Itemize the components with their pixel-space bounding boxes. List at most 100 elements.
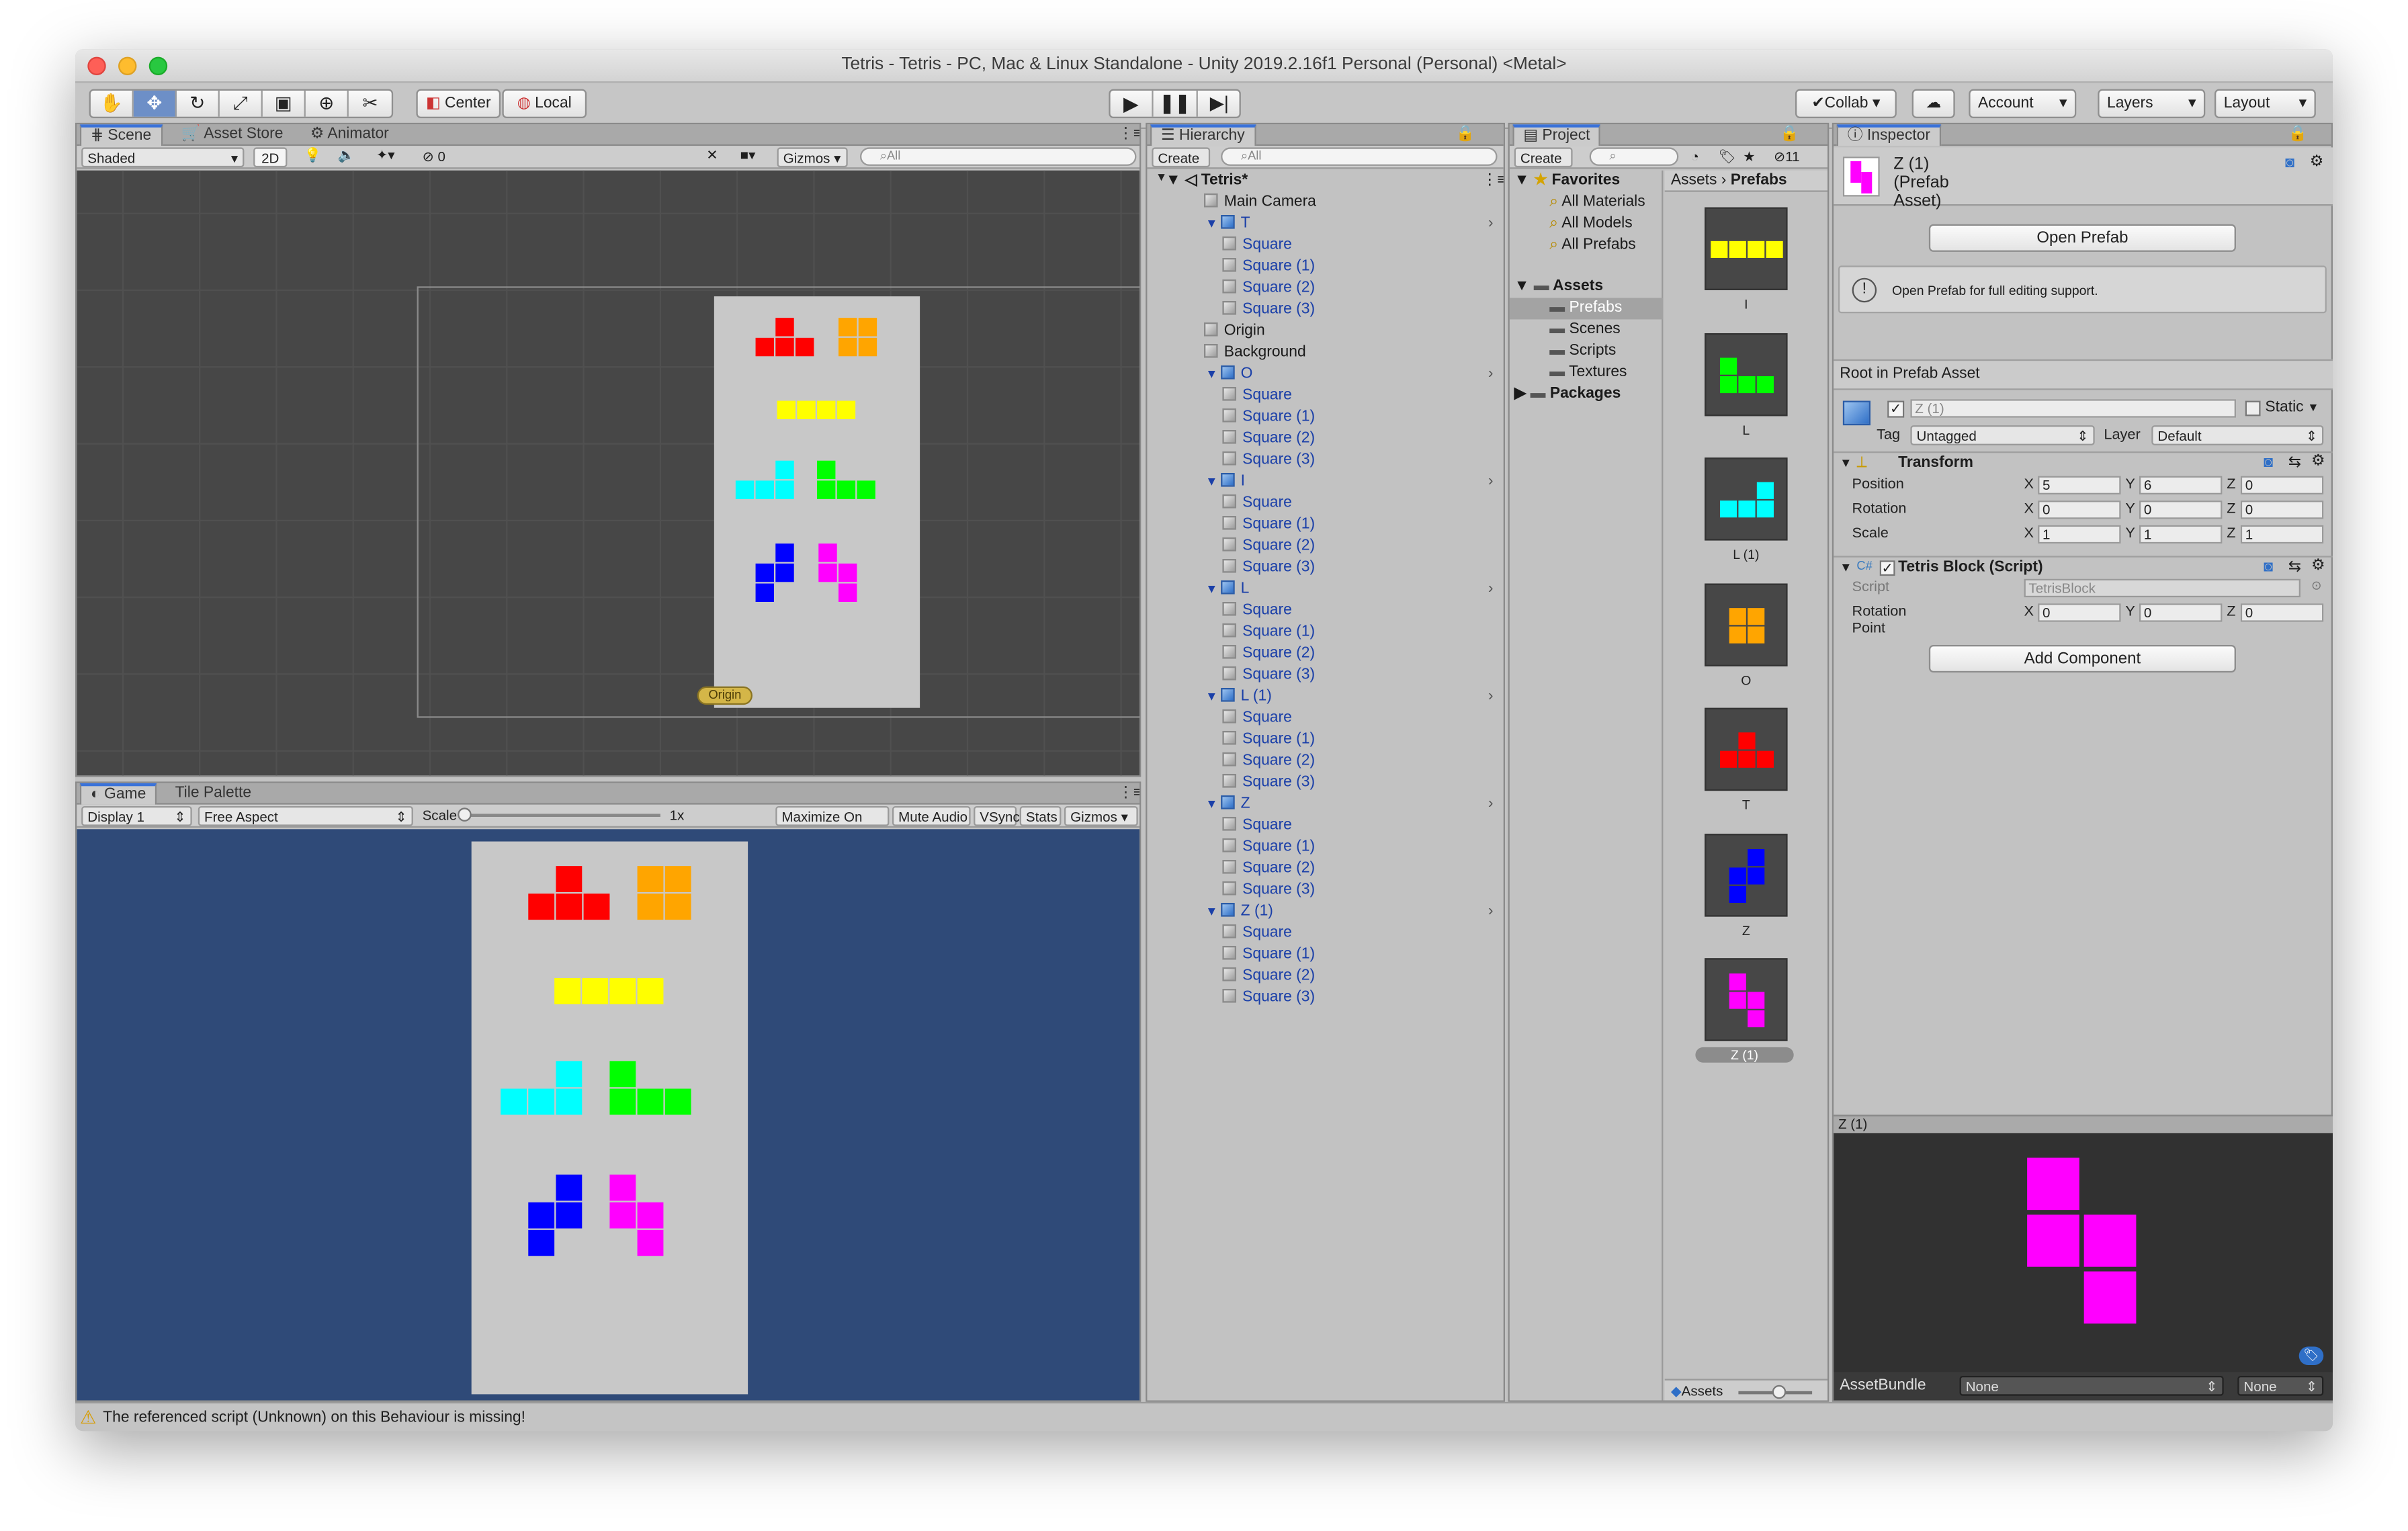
step-icon[interactable]: ▶| [1198,91,1241,117]
tetris-block-script-header[interactable]: ▼ C# ✓ Tetris Block (Script) ◙ ⇆ ⚙ [1834,556,2333,578]
favorite-star-icon[interactable]: ★ [1743,149,1755,166]
add-component-button[interactable]: Add Component [1928,644,2236,673]
expand-arrow-icon[interactable]: ▼ [1205,797,1217,811]
transform-value-field[interactable]: 0 [2139,500,2223,519]
hierarchy-row[interactable]: Square (1) [1222,407,1315,429]
hierarchy-row[interactable]: Square (1) [1222,622,1315,644]
transform-value-field[interactable]: 1 [2240,525,2324,544]
filter-type-icon[interactable]: ◔ [1691,149,1699,165]
packages-folder[interactable]: ▶ ▬ Packages [1514,384,1621,405]
open-prefab-arrow-icon[interactable]: › [1488,472,1494,493]
display-dropdown[interactable]: Display 1 ⇕ [81,805,192,826]
prefab-tile[interactable] [1705,707,1788,791]
transform-value-field[interactable]: 6 [2139,476,2223,494]
stats-toggle[interactable]: Stats [1019,805,1062,826]
scene-search-input[interactable]: ⌕All [859,147,1137,166]
transform-header[interactable]: ▼ ⟂ Transform ◙ ⇆ ⚙ [1834,451,2333,474]
settings-gear-icon[interactable]: ⚙ [2310,154,2324,171]
expand-arrow-icon[interactable]: ▼ [1205,904,1217,918]
hierarchy-row[interactable]: Square (2) [1222,536,1315,558]
open-prefab-arrow-icon[interactable]: › [1488,687,1494,708]
move-tool-icon[interactable]: ✥ [133,90,177,117]
collab-dropdown[interactable]: ✔Collab ▾ [1795,89,1897,118]
transform-value-field[interactable]: 0 [2240,476,2324,494]
transform-tool-icon[interactable]: ⊕ [306,90,349,117]
hierarchy-row[interactable]: Square [1222,708,1292,730]
favorite-item[interactable]: ⌕ All Materials [1549,192,1645,214]
game-view[interactable] [77,829,1140,1401]
origin-gizmo-label[interactable]: Origin [697,686,752,705]
open-prefab-arrow-icon[interactable]: › [1488,794,1494,816]
scene-root-row[interactable]: ▼ ◁ Tetris* [1166,171,1248,192]
chevron-down-icon[interactable]: ▾ [2310,399,2317,416]
tab-inspector[interactable]: ⓘ Inspector [1836,124,1941,146]
hierarchy-prefab-row[interactable]: ▼ O [1205,364,1252,386]
open-prefab-button[interactable]: Open Prefab [1928,224,2236,252]
hierarchy-row[interactable]: Square (3) [1222,450,1315,472]
zoom-slider-thumb[interactable] [1772,1385,1787,1399]
assetbundle-variant-dropdown[interactable]: None ⇕ [2237,1375,2324,1396]
rotation-point-value-field[interactable]: 0 [2139,603,2223,622]
preset-icon[interactable]: ⇆ [2288,559,2301,576]
aspect-dropdown[interactable]: Free Aspect ⇕ [198,805,413,826]
assets-folder[interactable]: ▼ ▬ Assets [1514,276,1603,298]
expand-arrow-icon[interactable]: ▼ [1205,216,1217,230]
audio-toggle-icon[interactable]: 🔈 [338,147,355,164]
help-icon[interactable]: ◙ [2264,559,2273,576]
mode-2d-toggle[interactable]: 2D [253,147,288,168]
expand-arrow-icon[interactable]: ▼ [1205,367,1217,381]
prefab-tile[interactable] [1705,457,1788,541]
status-bar[interactable]: ⚠ The referenced script (Unknown) on thi… [75,1401,2333,1432]
prefab-tile[interactable] [1705,958,1788,1041]
scale-slider-thumb[interactable] [458,807,472,822]
settings-gear-icon[interactable]: ⚙ [2311,453,2325,470]
hierarchy-row[interactable]: Square (3) [1222,300,1315,321]
help-icon[interactable]: ◙ [2285,155,2294,172]
lock-icon[interactable]: 🔒⋮≡ [1447,124,1504,164]
tools-icon[interactable]: ✕ [706,147,718,164]
hierarchy-row[interactable]: Square (3) [1222,773,1315,794]
hierarchy-row[interactable]: Square [1222,493,1292,515]
hierarchy-row[interactable]: Square (3) [1222,880,1315,902]
folder-scenes[interactable]: ▬ Scenes [1549,319,1620,341]
transform-value-field[interactable]: 1 [2139,525,2223,544]
scene-menu-icon[interactable]: ⋮≡ [1482,171,1504,192]
favorites-folder[interactable]: ▼ ★ Favorites [1514,171,1620,192]
layout-dropdown[interactable]: Layout ▾ [2214,89,2316,118]
project-search-input[interactable]: ⌕ [1589,147,1679,166]
project-create-dropdown[interactable]: Create ▾ [1514,147,1573,184]
hierarchy-row[interactable]: Square [1222,235,1292,257]
hierarchy-row[interactable]: Square (1) [1222,515,1315,536]
tab-hierarchy[interactable]: ☰ Hierarchy [1150,124,1256,146]
rotation-point-value-field[interactable]: 0 [2038,603,2121,622]
hierarchy-row[interactable]: Square [1222,386,1292,407]
lighting-toggle-icon[interactable]: 💡 [304,147,322,164]
tab-tile-palette[interactable]: Tile Palette [166,783,261,805]
scene-board[interactable] [714,296,920,708]
rect-tool-icon[interactable]: ▣ [263,90,306,117]
object-name-field[interactable]: Z (1) [1910,399,2236,418]
effects-dropdown-icon[interactable]: ✦▾ [376,147,395,164]
game-gizmos-dropdown[interactable]: Gizmos ▾ [1064,805,1138,826]
transform-value-field[interactable]: 0 [2240,500,2324,519]
play-icon[interactable]: ▶ [1111,90,1154,117]
hierarchy-prefab-row[interactable]: ▼ Z (1) [1205,902,1273,923]
tag-dropdown[interactable]: Untagged ⇕ [1910,425,2095,445]
hierarchy-create-dropdown[interactable]: Create ▾ [1152,147,1211,184]
open-prefab-arrow-icon[interactable]: › [1488,902,1494,923]
panel-menu-icon[interactable]: ⋮≡ [1109,124,1140,146]
filter-label-icon[interactable]: 🏷 [1719,149,1736,166]
favorite-item[interactable]: ⌕ All Prefabs [1549,235,1635,257]
static-checkbox[interactable] [2245,400,2261,417]
transform-value-field[interactable]: 0 [2038,500,2121,519]
script-enabled-checkbox[interactable]: ✓ [1879,560,1895,576]
scale-tool-icon[interactable]: ⤢ [220,90,263,117]
camera-dropdown-icon[interactable]: ■▾ [740,147,756,164]
hierarchy-row[interactable]: Square (1) [1222,257,1315,278]
settings-gear-icon[interactable]: ⚙ [2311,558,2325,574]
help-icon[interactable]: ◙ [2264,455,2273,472]
hierarchy-row[interactable]: Square (1) [1222,945,1315,966]
prefab-tile[interactable] [1705,207,1788,290]
transform-value-field[interactable]: 5 [2038,476,2121,494]
hand-tool-icon[interactable]: ✋ [91,90,134,117]
